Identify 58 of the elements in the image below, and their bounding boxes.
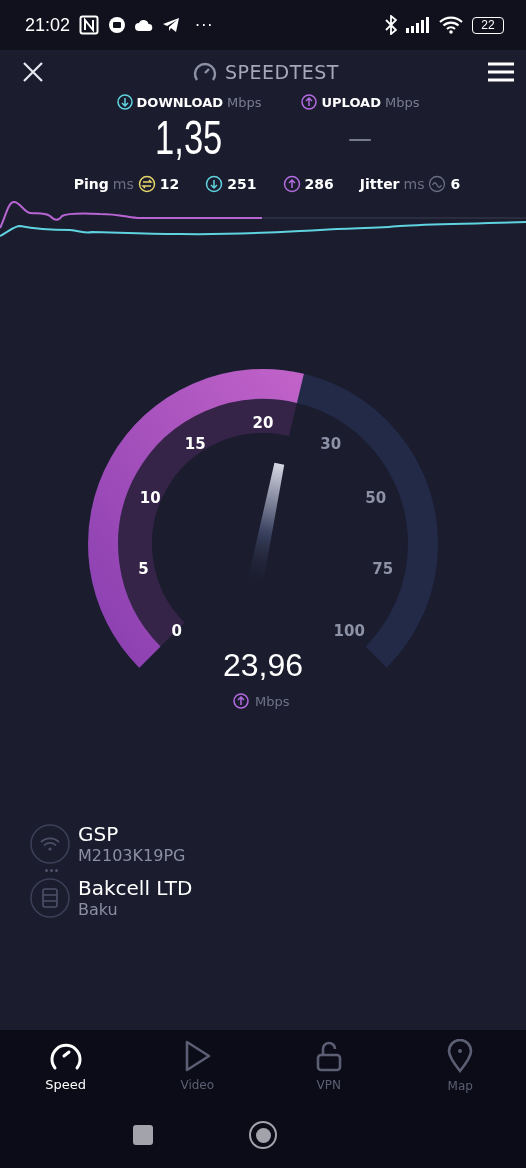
battery-indicator: 22 xyxy=(472,16,504,34)
speed-value: 1,35 xyxy=(155,110,223,166)
arrow-circle-icon xyxy=(282,175,301,193)
speed-value: — xyxy=(349,120,372,156)
stat-value: 12 xyxy=(159,176,180,192)
connection-name: GSP xyxy=(78,822,120,846)
result-label: UPLOAD xyxy=(321,94,381,110)
gauge-tick-label: 50 xyxy=(365,489,387,508)
wave-icon xyxy=(428,175,447,193)
server-icon xyxy=(30,877,70,918)
close-icon[interactable] xyxy=(22,61,44,83)
stat-value: 6 xyxy=(450,176,461,192)
arrow-circle-icon xyxy=(205,175,224,193)
speedometer-icon xyxy=(193,61,218,83)
connection-name: Bakcell LTD xyxy=(78,876,193,900)
notification-icon xyxy=(108,16,127,34)
nav-tab[interactable]: Video xyxy=(152,1040,243,1092)
app-title: SPEEDTEST xyxy=(225,61,339,83)
unit-label: Mbps xyxy=(384,94,420,110)
connection-detail: M2103K19PG xyxy=(78,846,186,865)
cloud-icon xyxy=(135,19,154,31)
signal-icon xyxy=(406,17,430,33)
clock: 21:02 xyxy=(25,14,71,36)
unit-label: ms xyxy=(112,176,134,192)
unit-label: ms xyxy=(403,176,425,192)
result-label: DOWNLOAD xyxy=(136,94,223,110)
bluetooth-icon xyxy=(385,15,397,35)
nav-tab[interactable]: Speed xyxy=(20,1040,111,1092)
more-notifications: ··· xyxy=(195,15,214,35)
connection-detail: Baku xyxy=(78,900,119,919)
unit-label: Mbps xyxy=(255,694,290,709)
menu-icon[interactable] xyxy=(488,62,514,82)
arrow-circle-icon xyxy=(116,94,133,110)
stat-label: Ping xyxy=(73,176,109,192)
wifi-icon xyxy=(30,823,70,864)
wifi-icon xyxy=(439,16,463,34)
gauge-tick-label: 30 xyxy=(320,434,342,453)
nfc-icon xyxy=(79,15,100,35)
gauge-reading: 23,96 xyxy=(222,647,304,683)
ping-icon xyxy=(137,175,156,193)
gauge-tick-label: 15 xyxy=(184,434,206,453)
nav-tab[interactable]: VPN xyxy=(283,1040,374,1092)
stat-value: 251 xyxy=(227,176,257,192)
stat-label: Jitter xyxy=(359,176,400,192)
unit-label: Mbps xyxy=(227,94,262,110)
connector-dots xyxy=(45,869,58,872)
home-button[interactable] xyxy=(249,1121,277,1149)
paper-plane-icon xyxy=(162,17,181,33)
gauge-tick-label: 20 xyxy=(252,414,274,432)
gauge-tick-label: 10 xyxy=(139,489,161,508)
stat-value: 286 xyxy=(304,176,334,192)
gauge-tick-label: 100 xyxy=(333,622,365,641)
gauge-tick-label: 75 xyxy=(372,559,394,578)
gauge-tick-label: 5 xyxy=(138,559,149,578)
arrow-circle-icon xyxy=(301,94,318,110)
upload-icon xyxy=(233,693,249,709)
nav-tab[interactable]: Map xyxy=(415,1039,506,1093)
gauge-tick-label: 0 xyxy=(171,622,182,641)
